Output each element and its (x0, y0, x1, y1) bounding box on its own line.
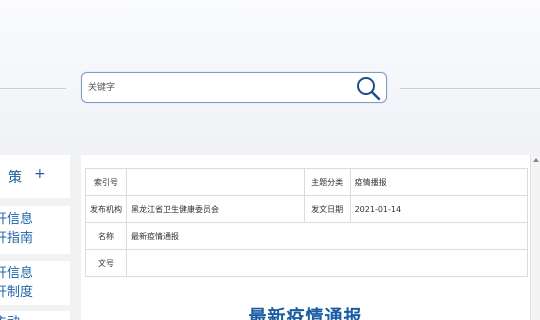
sidebar-item-system[interactable]: 开信息 开制度 (0, 261, 70, 305)
decorative-line-right (400, 88, 540, 89)
sidebar-item-label: 开指南 (0, 231, 34, 246)
publisher-value: 黑龙江省卫生健康委员会 (126, 195, 305, 223)
sidebar-item-label: 开制度 (0, 285, 34, 300)
name-label: 名称 (85, 222, 127, 250)
decorative-line-left (0, 88, 66, 89)
search-input[interactable] (86, 76, 346, 99)
vertical-scrollbar[interactable] (530, 155, 540, 320)
table-row: 索引号 主题分类 疫情播报 (85, 168, 529, 196)
sidebar-item-active[interactable]: 主动 (0, 311, 70, 320)
sidebar-policy-header[interactable]: 策 + (0, 155, 70, 198)
document-info-table: 索引号 主题分类 疫情播报 发布机构 黑龙江省卫生健康委员会 发文日期 2021… (85, 168, 529, 277)
search-button[interactable] (354, 75, 382, 101)
table-row: 名称 最新疫情通报 (85, 222, 528, 250)
index-value (126, 168, 305, 196)
table-row: 文号 (85, 249, 528, 277)
table-row: 发布机构 黑龙江省卫生健康委员会 发文日期 2021-01-14 (85, 195, 529, 223)
expand-plus-icon[interactable]: + (34, 166, 46, 182)
date-label: 发文日期 (303, 195, 351, 223)
index-label: 索引号 (85, 168, 127, 196)
article-title: 最新疫情通报 (248, 307, 363, 320)
article-panel: 索引号 主题分类 疫情播报 发布机构 黑龙江省卫生健康委员会 发文日期 2021… (81, 155, 530, 320)
doc-number-label: 文号 (85, 249, 127, 277)
sidebar-item-label: 主动 (0, 313, 70, 320)
sidebar-item-label: 开信息 (0, 212, 34, 227)
date-value: 2021-01-14 (349, 195, 529, 223)
sidebar-item-label: 开信息 (0, 266, 34, 281)
scroll-up-arrow-icon[interactable] (533, 158, 539, 162)
sidebar-header-label: 策 (8, 170, 22, 186)
search-box (81, 72, 387, 103)
category-value: 疫情播报 (349, 168, 529, 196)
sidebar-item-guide[interactable]: 开信息 开指南 (0, 206, 70, 254)
name-value: 最新疫情通报 (126, 222, 528, 250)
publisher-label: 发布机构 (85, 195, 127, 223)
doc-number-value (126, 249, 528, 277)
search-icon (357, 77, 381, 101)
category-label: 主题分类 (303, 168, 351, 196)
